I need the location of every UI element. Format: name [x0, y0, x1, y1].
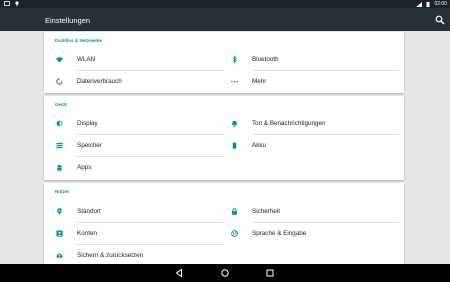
- signal-icon: [416, 1, 423, 7]
- section-user: Nutzer Standort Sicherheit Konten Sprach…: [44, 183, 404, 265]
- section-wireless-networks: Drahtlos & Netzwerke WLAN Bluetooth Date…: [44, 32, 404, 93]
- setting-item-label: Sichern & zurücksetzen: [77, 252, 144, 259]
- android-icon: [57, 164, 62, 171]
- setting-item-bluetooth[interactable]: Bluetooth: [219, 49, 399, 71]
- location-icon: [57, 208, 62, 215]
- setting-item-location[interactable]: Standort: [44, 201, 224, 223]
- setting-item-sound-notifications[interactable]: Ton & Benachrichtigungen: [219, 113, 399, 135]
- storage-icon: [56, 142, 63, 149]
- back-icon[interactable]: [174, 268, 184, 278]
- setting-item-label: Datenverbrauch: [77, 78, 122, 85]
- screenshot-notification-icon: [4, 1, 10, 6]
- app-bar: Einstellungen: [0, 8, 450, 31]
- search-icon[interactable]: [435, 15, 445, 25]
- setting-item-label: Speicher: [77, 142, 102, 149]
- setting-item-label: Ton & Benachrichtigungen: [252, 120, 326, 127]
- setting-item-label: Apps: [77, 164, 92, 171]
- setting-item-label: Akku: [252, 142, 266, 149]
- setting-item-data-usage[interactable]: Datenverbrauch: [44, 71, 224, 93]
- setting-item-label: Standort: [77, 208, 101, 215]
- wifi-icon: [56, 57, 63, 63]
- more-icon: [231, 80, 238, 83]
- globe-icon: [231, 230, 238, 237]
- android-notification-icon: [15, 1, 19, 6]
- setting-item-label: Bluetooth: [252, 56, 279, 63]
- cloud-upload-icon: [56, 253, 63, 258]
- status-bar: 02:00: [0, 0, 450, 8]
- setting-item-label: Konten: [77, 230, 97, 237]
- navigation-bar: [0, 264, 450, 282]
- account-icon: [56, 230, 63, 237]
- section-header: Gerät: [55, 102, 68, 107]
- page-title: Einstellungen: [45, 16, 91, 25]
- setting-item-label: Mehr: [252, 78, 267, 85]
- section-device: Gerät Display Ton & Benachrichtigungen S…: [44, 96, 404, 180]
- lock-icon: [232, 208, 237, 215]
- setting-item-label: Sicherheit: [252, 208, 281, 215]
- section-header: Drahtlos & Netzwerke: [55, 38, 103, 43]
- setting-item-wlan[interactable]: WLAN: [44, 49, 224, 71]
- setting-item-security[interactable]: Sicherheit: [219, 201, 399, 223]
- battery-status-icon: [426, 1, 430, 7]
- data-usage-icon: [56, 78, 63, 85]
- setting-item-battery[interactable]: Akku: [219, 135, 399, 157]
- setting-item-language-input[interactable]: Sprache & Eingabe: [219, 223, 399, 245]
- setting-item-label: Sprache & Eingabe: [252, 230, 307, 237]
- setting-item-storage[interactable]: Speicher: [44, 135, 224, 157]
- bluetooth-icon: [232, 56, 237, 63]
- setting-item-label: Display: [77, 120, 98, 127]
- setting-item-more[interactable]: Mehr: [219, 71, 399, 93]
- clock: 02:00: [434, 1, 447, 7]
- setting-item-label: WLAN: [77, 56, 96, 63]
- brightness-icon: [56, 120, 63, 127]
- home-icon[interactable]: [220, 268, 230, 278]
- section-header: Nutzer: [55, 189, 70, 194]
- setting-item-apps[interactable]: Apps: [44, 157, 224, 179]
- setting-item-accounts[interactable]: Konten: [44, 223, 224, 245]
- bell-icon: [232, 120, 237, 127]
- battery-icon: [232, 142, 237, 149]
- recents-icon[interactable]: [265, 268, 275, 278]
- setting-item-display[interactable]: Display: [44, 113, 224, 135]
